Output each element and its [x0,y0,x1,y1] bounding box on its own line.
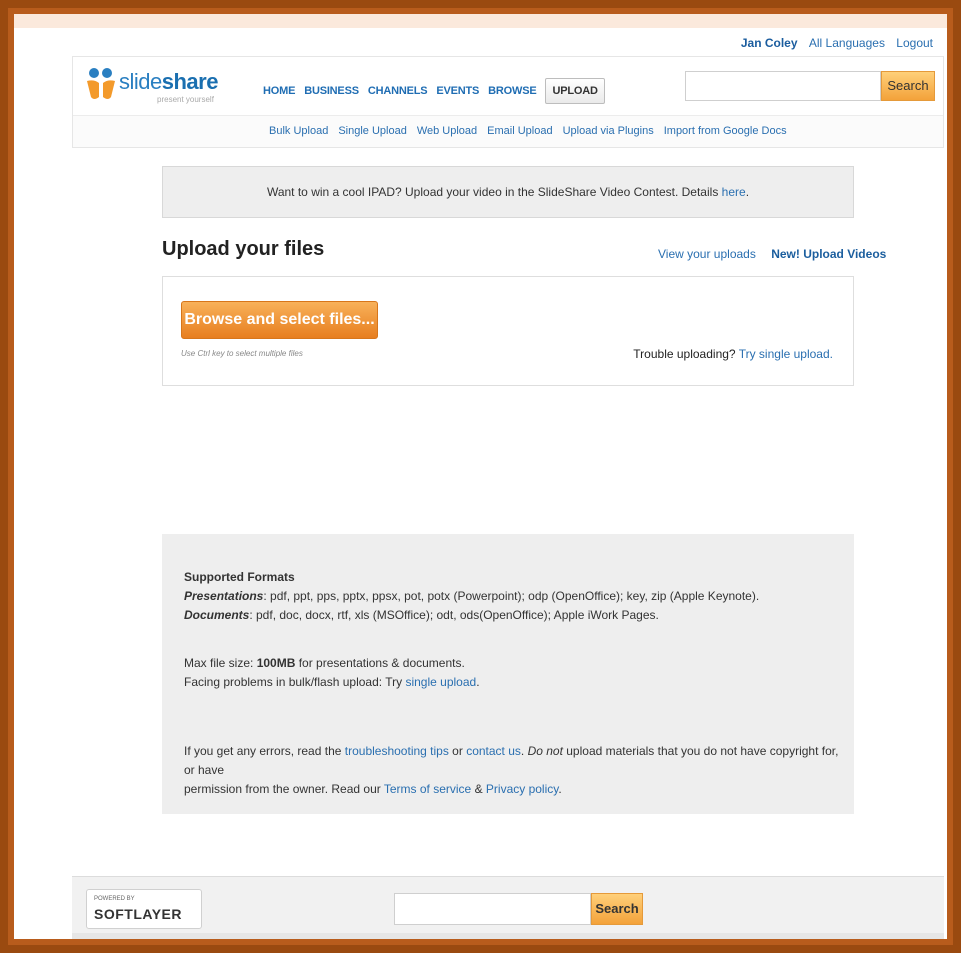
contest-text: Want to win a cool IPAD? Upload your vid… [266,185,722,199]
footer-search-button[interactable]: Search [591,893,643,925]
facing-problems-line: Facing problems in bulk/flash upload: Tr… [184,673,480,692]
multi-select-hint: Use Ctrl key to select multiple files [181,349,303,358]
single-upload-link[interactable]: single upload [405,675,476,689]
user-name-link[interactable]: Jan Coley [741,36,798,50]
logo-word-slide: slide [119,69,162,94]
softlayer-logo: SOFTLAYER [94,906,182,922]
presentations-text: : pdf, ppt, pps, pptx, ppsx, pot, potx (… [263,589,760,603]
footer-search-input[interactable] [394,893,591,925]
logo-word-share: share [161,69,219,94]
logout-link[interactable]: Logout [896,36,933,50]
errors-line-2: permission from the owner. Read our Term… [184,780,844,799]
nav-home[interactable]: HOME [263,85,295,97]
softlayer-badge[interactable]: POWERED BY SOFTLAYER [86,889,202,929]
subnav-web-upload[interactable]: Web Upload [417,125,477,137]
errors-block: If you get any errors, read the troubles… [184,742,844,799]
subnav-bulk-upload[interactable]: Bulk Upload [269,125,328,137]
presentations-label: Presentations [184,589,264,603]
troubleshooting-tips-link[interactable]: troubleshooting tips [345,744,449,758]
errors-do-not: Do not [527,744,563,758]
view-uploads-link[interactable]: View your uploads [658,247,756,261]
errors-text-5: permission from the owner. Read our [184,782,384,796]
trouble-uploading: Trouble uploading? Try single upload. [633,347,833,361]
privacy-policy-link[interactable]: Privacy policy [486,782,558,796]
slideshare-logo[interactable]: slideshare present yourself [85,65,235,109]
errors-text-7: . [558,782,562,796]
documents-text: : pdf, doc, docx, rtf, xls (MSOffice); o… [249,608,659,622]
contest-banner: Want to win a cool IPAD? Upload your vid… [162,166,854,218]
supported-formats-block: Supported Formats Presentations: pdf, pp… [184,568,759,625]
logo-tagline: present yourself [157,95,214,104]
try-single-upload-link[interactable]: Try single upload. [739,347,833,361]
main-nav: HOME BUSINESS CHANNELS EVENTS BROWSE UPL… [263,78,614,104]
header: slideshare present yourself HOME BUSINES… [72,56,944,148]
errors-text-3: . [520,744,528,758]
presentations-line: Presentations: pdf, ppt, pps, pptx, ppsx… [184,587,759,606]
errors-text-2: or [448,744,467,758]
errors-text-6: & [471,782,486,796]
page-frame: Jan Coley All Languages Logout slideshar… [8,8,953,945]
user-links: Jan Coley All Languages Logout [733,36,933,50]
contact-us-link[interactable]: contact us [466,744,521,758]
logo-wordmark: slideshare [119,69,218,95]
subnav-email-upload[interactable]: Email Upload [487,125,552,137]
contest-end: . [745,185,750,199]
file-size-block: Max file size: 100MB for presentations &… [184,654,480,692]
nav-channels[interactable]: CHANNELS [368,85,428,97]
documents-line: Documents: pdf, doc, docx, rtf, xls (MSO… [184,606,759,625]
facing-text: Facing problems in bulk/flash upload: Tr… [184,675,406,689]
footer-bottom-strip [72,933,944,939]
max-size-value: 100MB [256,656,296,670]
max-size-pre: Max file size: [184,656,257,670]
all-languages-link[interactable]: All Languages [809,36,885,50]
people-icon [87,68,115,99]
page-title: Upload your files [162,238,325,260]
upload-subnav: Bulk Upload Single Upload Web Upload Ema… [73,115,943,147]
top-strip [14,14,947,28]
search-input[interactable] [685,71,881,101]
contest-details-link[interactable]: here [722,185,746,199]
nav-browse[interactable]: BROWSE [488,85,537,97]
errors-line-1: If you get any errors, read the troubles… [184,742,844,780]
terms-of-service-link[interactable]: Terms of service [384,782,471,796]
footer: POWERED BY SOFTLAYER Search [72,876,944,939]
subnav-single-upload[interactable]: Single Upload [338,125,407,137]
max-size-post: for presentations & documents. [295,656,465,670]
supported-formats-heading: Supported Formats [184,570,295,584]
nav-events[interactable]: EVENTS [436,85,479,97]
errors-text-1: If you get any errors, read the [184,744,345,758]
subnav-upload-via-plugins[interactable]: Upload via Plugins [563,125,654,137]
upload-box: Browse and select files... Use Ctrl key … [162,276,854,386]
browse-files-button[interactable]: Browse and select files... [181,301,378,339]
nav-upload-button[interactable]: UPLOAD [545,78,605,104]
powered-by-label: POWERED BY [94,896,135,902]
upload-right-links: View your uploads New! Upload Videos [646,247,886,261]
max-size-line: Max file size: 100MB for presentations &… [184,654,480,673]
facing-end: . [476,675,480,689]
trouble-text: Trouble uploading? [633,347,739,361]
upload-videos-link[interactable]: New! Upload Videos [771,247,886,261]
info-panel: Supported Formats Presentations: pdf, pp… [162,534,854,814]
search-button[interactable]: Search [881,71,935,101]
nav-business[interactable]: BUSINESS [304,85,359,97]
documents-label: Documents [184,608,250,622]
subnav-import-google-docs[interactable]: Import from Google Docs [664,125,787,137]
